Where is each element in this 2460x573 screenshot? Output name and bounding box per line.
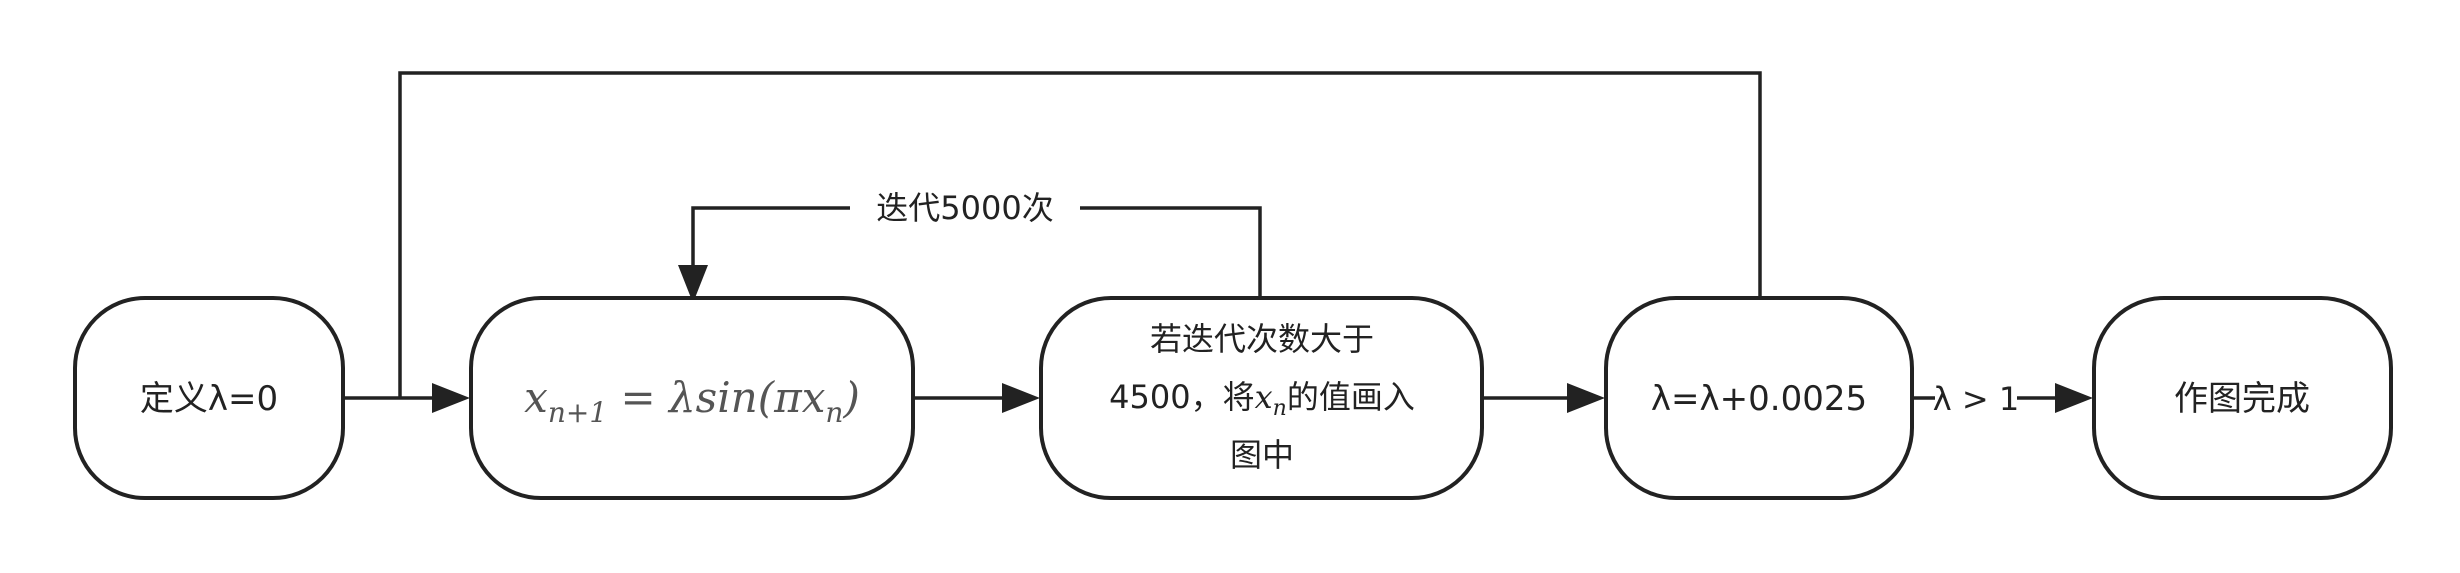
arrowhead [1002, 383, 1040, 413]
node-increment: λ=λ+0.0025 [1604, 296, 1914, 500]
condition-line-1: 若迭代次数大于 [1150, 320, 1374, 358]
condition-line-3: 图中 [1230, 436, 1294, 474]
node-condition: 若迭代次数大于 4500，将xn的值画入 图中 [1039, 296, 1484, 500]
arrowhead [432, 383, 470, 413]
arrowhead [2055, 383, 2093, 413]
flowchart: 迭代5000次 λ > 1 定义λ=0 xn+1 = λsin(πxn) 若迭代… [73, 71, 2393, 500]
exit-condition-label: λ > 1 [1933, 380, 2019, 418]
node-formula: xn+1 = λsin(πxn) [469, 296, 915, 500]
node-done: 作图完成 [2092, 296, 2393, 500]
node-define-label: 定义λ=0 [140, 379, 278, 419]
node-increment-label: λ=λ+0.0025 [1651, 379, 1867, 419]
node-done-label: 作图完成 [2174, 379, 2310, 419]
node-define: 定义λ=0 [73, 296, 345, 500]
condition-line-2: 4500，将xn的值画入 [1109, 378, 1415, 421]
inner-loop-label: 迭代5000次 [876, 189, 1053, 227]
arrowhead [1567, 383, 1605, 413]
